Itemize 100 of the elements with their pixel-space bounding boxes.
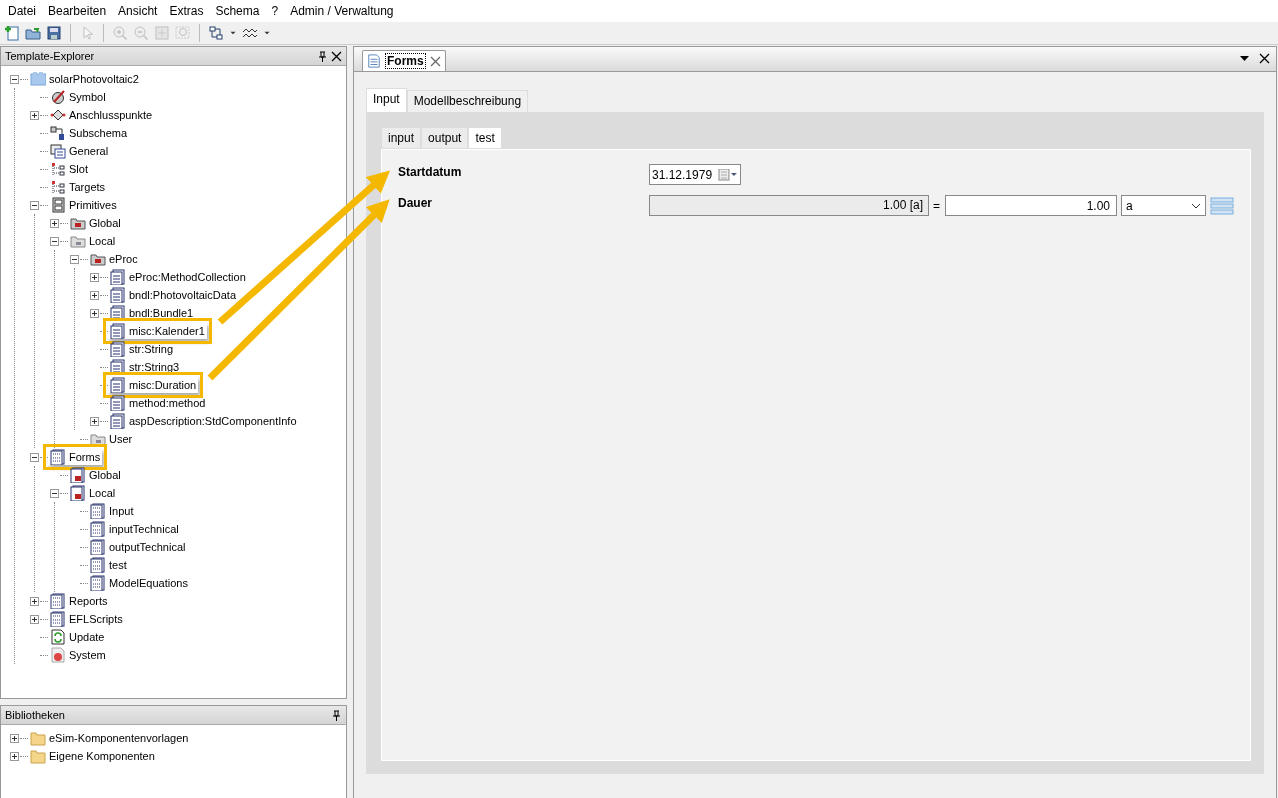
expand-toggle[interactable] xyxy=(10,733,19,743)
tree-item[interactable]: outputTechnical xyxy=(88,539,188,555)
tree-item[interactable]: System xyxy=(48,647,108,663)
tree-item[interactable]: Update xyxy=(48,629,107,645)
zoom-in-icon xyxy=(112,25,128,41)
tree-item[interactable]: eProc:MethodCollection xyxy=(108,269,248,285)
tree-item[interactable]: inputTechnical xyxy=(88,521,181,537)
panel-title: Template-Explorer xyxy=(5,50,96,62)
pin-icon[interactable] xyxy=(317,50,328,62)
tree-item[interactable]: eProc xyxy=(88,251,140,267)
expand-toggle[interactable] xyxy=(30,110,39,120)
chevron-icon xyxy=(1191,202,1201,209)
node-icon xyxy=(50,143,66,159)
fit-icon xyxy=(154,25,170,41)
tree-item[interactable]: aspDescription:StdComponentInfo xyxy=(108,413,299,429)
zoom-area-icon xyxy=(175,25,191,41)
document-icon xyxy=(110,395,126,411)
close-icon[interactable] xyxy=(1259,53,1270,64)
node-icon xyxy=(50,161,66,177)
tree-item[interactable]: str:String xyxy=(108,341,175,357)
highlighted-tree-item[interactable]: misc:Duration xyxy=(108,377,199,393)
document-icon xyxy=(90,575,106,591)
tree-item[interactable]: ModelEquations xyxy=(88,575,190,591)
tree-item[interactable]: Global xyxy=(68,467,123,483)
tree-item[interactable]: str:String3 xyxy=(108,359,182,375)
collapse-toggle[interactable] xyxy=(70,254,79,264)
tree-item[interactable]: test xyxy=(88,557,129,573)
tree-item[interactable]: Anschlusspunkte xyxy=(48,107,155,123)
node-icon xyxy=(50,197,66,213)
tab[interactable]: input xyxy=(381,127,422,149)
menu-item[interactable]: Schema xyxy=(209,4,266,18)
menu-item[interactable]: Bearbeiten xyxy=(42,4,113,18)
tree-item[interactable]: Global xyxy=(68,215,123,231)
close-icon[interactable] xyxy=(331,50,342,62)
folder-icon xyxy=(70,215,86,231)
document-tab[interactable]: Forms xyxy=(362,50,446,71)
toolbar-button[interactable] xyxy=(207,24,225,42)
document-icon xyxy=(110,287,126,303)
collapse-toggle[interactable] xyxy=(30,452,39,462)
tree-item[interactable]: bndl:PhotovoltaicData xyxy=(108,287,238,303)
toolbar-button[interactable] xyxy=(45,24,63,42)
tree-item[interactable]: Local xyxy=(68,233,118,249)
document-icon xyxy=(70,467,86,483)
highlighted-tree-item[interactable]: Forms xyxy=(48,449,103,465)
tab[interactable]: output xyxy=(421,127,469,149)
calendar-icon[interactable] xyxy=(718,168,738,181)
tree-item[interactable]: General xyxy=(48,143,111,159)
collapse-toggle[interactable] xyxy=(50,236,59,246)
highlighted-tree-item[interactable]: misc:Kalender1 xyxy=(108,323,207,339)
tree-item[interactable]: Symbol xyxy=(48,89,108,105)
collapse-toggle[interactable] xyxy=(50,488,59,498)
menu-item[interactable]: Ansicht xyxy=(112,4,164,18)
expand-toggle[interactable] xyxy=(90,272,99,282)
tree-item[interactable]: User xyxy=(88,431,135,447)
expand-toggle[interactable] xyxy=(30,596,39,606)
tree-item[interactable]: Local xyxy=(68,485,118,501)
dropdown-icon[interactable] xyxy=(1239,53,1250,64)
tree-item[interactable]: Eigene Komponenten xyxy=(28,748,157,764)
document-icon xyxy=(110,413,126,429)
tree-item[interactable]: EFLScripts xyxy=(48,611,125,627)
expand-toggle[interactable] xyxy=(90,416,99,426)
document-icon xyxy=(50,611,66,627)
menu-item[interactable]: Admin / Verwaltung xyxy=(284,4,400,18)
expand-toggle[interactable] xyxy=(50,218,59,228)
menu-item[interactable]: ? xyxy=(265,4,285,18)
document-icon xyxy=(50,593,66,609)
expand-toggle[interactable] xyxy=(10,751,19,761)
tree-item[interactable]: bndl:Bundle1 xyxy=(108,305,196,321)
expand-toggle[interactable] xyxy=(30,614,39,624)
document-icon xyxy=(367,53,381,69)
number-input[interactable]: 1.00 xyxy=(945,195,1117,216)
date-field[interactable]: 31.12.1979 xyxy=(649,164,741,185)
document-icon xyxy=(90,521,106,537)
expand-toggle[interactable] xyxy=(90,290,99,300)
menu-item[interactable]: Extras xyxy=(163,4,210,18)
unit-dropdown[interactable]: a xyxy=(1121,195,1206,216)
tree-item[interactable]: Subschema xyxy=(48,125,130,141)
tab[interactable]: Modellbeschreibung xyxy=(406,90,529,112)
readonly-field: 1.00 [a] xyxy=(649,195,929,216)
pin-icon[interactable] xyxy=(331,709,342,721)
tree-item[interactable]: solarPhotovoltaic2 xyxy=(28,71,141,87)
field-label: Startdatum xyxy=(398,164,463,179)
expand-toggle[interactable] xyxy=(90,308,99,318)
menu-item[interactable]: Datei xyxy=(2,4,42,18)
document-icon xyxy=(90,503,106,519)
tree-item[interactable]: eSim-Komponentenvorlagen xyxy=(28,730,191,746)
tree-item[interactable]: Input xyxy=(88,503,136,519)
save-icon xyxy=(46,25,62,41)
tree-item[interactable]: Slot xyxy=(48,161,90,177)
tree-item[interactable]: Targets xyxy=(48,179,108,195)
collapse-toggle[interactable] xyxy=(10,74,19,84)
collapse-toggle[interactable] xyxy=(30,200,39,210)
equals-sign: = xyxy=(933,198,941,213)
tree-item[interactable]: Reports xyxy=(48,593,110,609)
tree-item[interactable]: method:method xyxy=(108,395,208,411)
tree-item[interactable]: Primitives xyxy=(48,197,119,213)
tab[interactable]: Input xyxy=(366,88,407,112)
document-icon xyxy=(90,557,106,573)
tab[interactable]: test xyxy=(468,127,502,149)
document-icon xyxy=(110,305,126,321)
